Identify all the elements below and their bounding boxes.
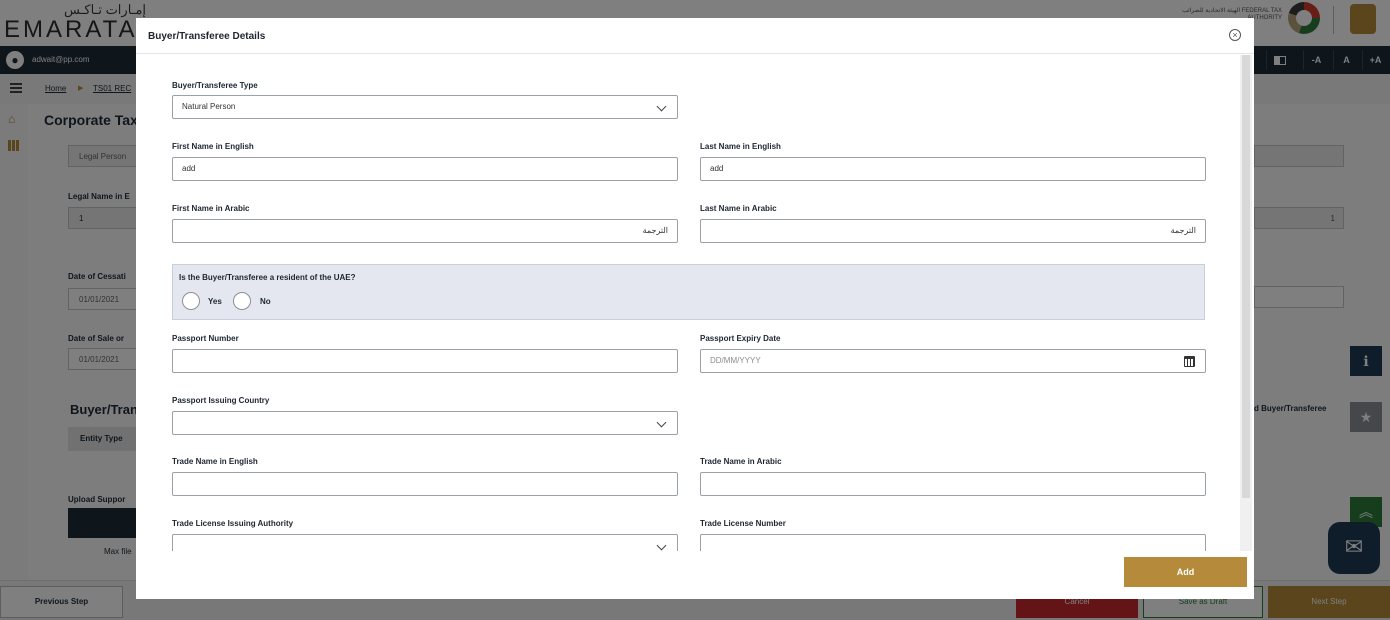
- chevron-down-icon: [656, 540, 667, 551]
- trade-name-ar-input[interactable]: [700, 472, 1206, 496]
- trade-name-en-label: Trade Name in English: [172, 457, 258, 466]
- trade-license-number-input[interactable]: [700, 534, 1206, 551]
- resident-yes-radio[interactable]: [182, 292, 200, 310]
- modal-scrollbar[interactable]: [1240, 55, 1252, 551]
- resident-yes-label[interactable]: Yes: [208, 297, 222, 306]
- first-name-ar-input[interactable]: الترجمة: [172, 219, 678, 243]
- last-name-ar-label: Last Name in Arabic: [700, 204, 777, 213]
- buyer-details-modal: Buyer/Transferee Details × Buyer/Transfe…: [136, 18, 1254, 599]
- buyer-type-value: Natural Person: [182, 102, 236, 111]
- calendar-icon[interactable]: [1184, 356, 1195, 367]
- last-name-ar-value: الترجمة: [1170, 226, 1196, 235]
- passport-country-select[interactable]: [172, 411, 678, 435]
- modal-title: Buyer/Transferee Details: [148, 31, 266, 42]
- last-name-en-input[interactable]: add: [700, 157, 1206, 181]
- modal-header: Buyer/Transferee Details ×: [136, 18, 1254, 54]
- passport-expiry-placeholder: DD/MM/YYYY: [710, 356, 761, 365]
- resident-no-label[interactable]: No: [260, 297, 271, 306]
- buyer-type-label: Buyer/Transferee Type: [172, 81, 258, 90]
- first-name-ar-label: First Name in Arabic: [172, 204, 250, 213]
- trade-license-number-label: Trade License Number: [700, 519, 786, 528]
- last-name-ar-input[interactable]: الترجمة: [700, 219, 1206, 243]
- passport-number-label: Passport Number: [172, 334, 239, 343]
- first-name-en-label: First Name in English: [172, 142, 254, 151]
- passport-number-input[interactable]: [172, 349, 678, 373]
- chevron-down-icon: [656, 101, 667, 112]
- first-name-ar-value: الترجمة: [642, 226, 668, 235]
- close-icon[interactable]: ×: [1229, 29, 1241, 41]
- add-button[interactable]: Add: [1124, 557, 1247, 587]
- first-name-en-input[interactable]: add: [172, 157, 678, 181]
- trade-license-authority-label: Trade License Issuing Authority: [172, 519, 294, 528]
- trade-name-ar-label: Trade Name in Arabic: [700, 457, 782, 466]
- resident-question-box: Is the Buyer/Transferee a resident of th…: [172, 264, 1205, 320]
- resident-question: Is the Buyer/Transferee a resident of th…: [179, 273, 356, 282]
- first-name-en-value: add: [182, 164, 196, 173]
- passport-country-label: Passport Issuing Country: [172, 396, 270, 405]
- buyer-type-select[interactable]: Natural Person: [172, 95, 678, 119]
- trade-name-en-input[interactable]: [172, 472, 678, 496]
- last-name-en-value: add: [710, 164, 724, 173]
- chevron-down-icon: [656, 417, 667, 428]
- modal-body: Buyer/Transferee Type Natural Person Fir…: [136, 55, 1240, 551]
- passport-expiry-input[interactable]: DD/MM/YYYY: [700, 349, 1206, 373]
- last-name-en-label: Last Name in English: [700, 142, 781, 151]
- modal-scroll-thumb[interactable]: [1242, 55, 1250, 498]
- resident-no-radio[interactable]: [233, 292, 251, 310]
- passport-expiry-label: Passport Expiry Date: [700, 334, 781, 343]
- trade-license-authority-select[interactable]: [172, 534, 678, 551]
